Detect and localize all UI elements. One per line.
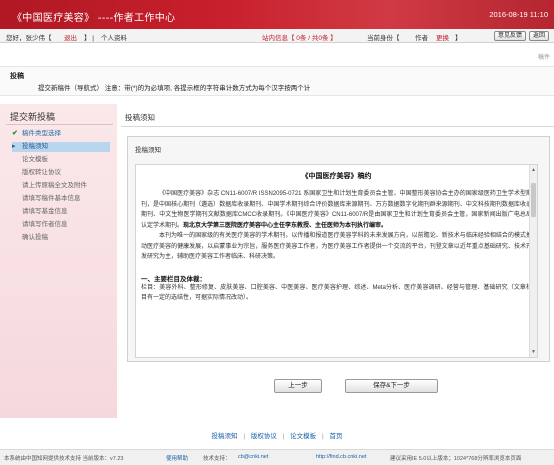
sidebar-title: 提交新投稿 — [10, 113, 56, 123]
sidebar-divider — [6, 124, 113, 125]
footer-link-template[interactable]: 论文模板 — [290, 433, 316, 440]
footer-links: 投稿须知 | 版权协议 | 论文模板 | 首页 — [0, 430, 554, 440]
browser-note: 建议采用IE 5.0以上版本；1024*768分辨率浏览本页面 — [390, 456, 522, 462]
prev-step-button[interactable]: 上一步 — [274, 379, 322, 393]
footer-link-notice[interactable]: 投稿须知 — [212, 433, 238, 440]
sidebar-step-label: 投稿须知 — [22, 143, 48, 150]
sidebar-step[interactable]: ✔ 稿件类型选择 — [12, 129, 110, 139]
feedback-button[interactable]: 意见反馈 — [494, 31, 527, 41]
identity-value: 作者 — [415, 35, 428, 42]
sidebar-step[interactable]: ▸ 投稿须知 — [12, 142, 110, 152]
arrow-right-icon: ▸ — [12, 143, 16, 150]
status-bar: 本系统由中国知网提供技术支持 当前版本：v7.23 使用帮助 技术支持： cb@… — [0, 449, 554, 465]
doc-paragraph-3: 栏目：美容外科、整形修复、皮肤美容、口腔美容、中医美容、医疗美容护理、综述、Me… — [141, 284, 532, 302]
sidebar-step-label: 请填写作者信息 — [22, 221, 68, 228]
greeting: 您好，张少伟【 — [6, 35, 52, 42]
site-url-link[interactable]: http://find.cb.cnki.net — [316, 454, 366, 460]
user-bar-separator: 】 | — [84, 35, 94, 42]
footer-link-home[interactable]: 首页 — [329, 433, 342, 440]
doc-paragraph-1-bold: 现北京大学第三医院医疗美容中心主任李东教授、主任医师为本刊执行编审。 — [183, 222, 388, 229]
sidebar-step-label: 论文模板 — [22, 156, 48, 163]
sidebar-step-label: 请上传原稿全文及附件 — [22, 182, 87, 189]
app-title: 《中国医疗美容》 ----作者工作中心 — [12, 13, 176, 24]
sidebar-step[interactable]: 请填写基金信息 — [12, 207, 110, 217]
notice-document[interactable]: 《中国医疗美容》稿约 《中国医疗美容》杂志 CN11-6007/R ISSN20… — [135, 164, 538, 358]
user-bar: 您好，张少伟【 退出 】 | 个人资料 站内信息【 0条 / 共0条 】 当前身… — [0, 29, 554, 43]
doc-paragraph-1: 《中国医疗美容》杂志 CN11-6007/R ISSN2095-0721 系国家… — [136, 189, 537, 231]
sidebar-step[interactable]: 请填写作者信息 — [12, 220, 110, 230]
scroll-up-icon[interactable]: ▲ — [531, 167, 536, 173]
sidebar-step[interactable]: 论文模板 — [12, 155, 110, 165]
sidebar-step-label: 稿件类型选择 — [22, 130, 61, 137]
page-title: 投稿须知 — [125, 113, 155, 122]
sidebar-step[interactable]: 请填写稿件基本信息 — [12, 194, 110, 204]
main-content: 投稿须知 投稿须知 《中国医疗美容》稿约 《中国医疗美容》杂志 CN11-600… — [121, 104, 554, 418]
step-sidebar: 提交新投稿 ✔ 稿件类型选择 ▸ 投稿须知论文模板版权转让协议请上传原稿全文及附件 请填… — [0, 104, 117, 418]
save-next-button[interactable]: 保存&下一步 — [345, 379, 438, 393]
footer-separator: | — [321, 433, 324, 440]
messages-link[interactable]: 站内信息【 0条 / 共0条 】 — [262, 32, 337, 42]
status-version: 本系统由中国知网提供技术支持 当前版本：v7.23 — [4, 456, 124, 462]
checkmark-icon: ✔ — [12, 130, 18, 137]
scrollbar-thumb[interactable] — [531, 183, 536, 217]
sidebar-step-label: 请填写稿件基本信息 — [22, 195, 81, 202]
doc-paragraph-2: 本刊为唯一的国家级的有关医疗美容的学术期刊，以传播和报道医疗美容学科的未来发展方… — [141, 233, 532, 260]
sidebar-step[interactable]: 确认投稿 — [12, 233, 110, 243]
back-button[interactable]: 返回 — [529, 31, 550, 41]
logout-link[interactable]: 退出 — [64, 32, 77, 42]
notice-panel: 投稿须知 《中国医疗美容》稿约 《中国医疗美容》杂志 CN11-6007/R I… — [127, 136, 550, 362]
sidebar-step[interactable]: 请上传原稿全文及附件 — [12, 181, 110, 191]
top-banner: 《中国医疗美容》 ----作者工作中心 2016-08-19 11:10 — [0, 0, 554, 29]
section-heading: 投稿 — [10, 73, 24, 80]
footer-separator: | — [282, 433, 285, 440]
identity-end: 】 — [455, 35, 462, 42]
identity-label: 当前身份【 — [367, 35, 400, 42]
section-header: 投稿 提交新稿件（导航式） 注意：带(*)的为必填项, 各提示框的字符串计数方式… — [0, 66, 554, 96]
support-email-link[interactable]: cb@cnki.net — [238, 454, 268, 460]
datetime: 2016-08-19 11:10 — [489, 10, 548, 19]
help-link[interactable]: 使用帮助 — [166, 454, 188, 462]
section-subheading: 提交新稿件（导航式） 注意：带(*)的为必填项, 各提示框的字符串计数方式为每个… — [38, 85, 311, 92]
doc-title: 《中国医疗美容》稿约 — [301, 173, 372, 180]
sidebar-step-label: 确认投稿 — [22, 234, 48, 241]
footer-separator: | — [243, 433, 246, 440]
title-divider — [121, 126, 554, 127]
sidebar-step[interactable]: 版权转让协议 — [12, 168, 110, 178]
scroll-down-icon[interactable]: ▼ — [531, 349, 536, 355]
panel-header: 投稿须知 — [135, 147, 161, 154]
sidebar-step-label: 版权转让协议 — [22, 169, 61, 176]
doc-scrollbar[interactable]: ▲ ▼ — [529, 165, 537, 357]
doc-section-title: 一、主要栏目及体裁： — [141, 275, 206, 283]
footer-link-copyright[interactable]: 版权协议 — [251, 433, 277, 440]
sidebar-step-label: 请填写基金信息 — [22, 208, 68, 215]
profile-link[interactable]: 个人资料 — [101, 32, 127, 42]
support-label: 技术支持： — [203, 456, 231, 462]
change-identity-link[interactable]: 更换 — [436, 32, 449, 42]
breadcrumb: 稿件 — [537, 55, 550, 61]
